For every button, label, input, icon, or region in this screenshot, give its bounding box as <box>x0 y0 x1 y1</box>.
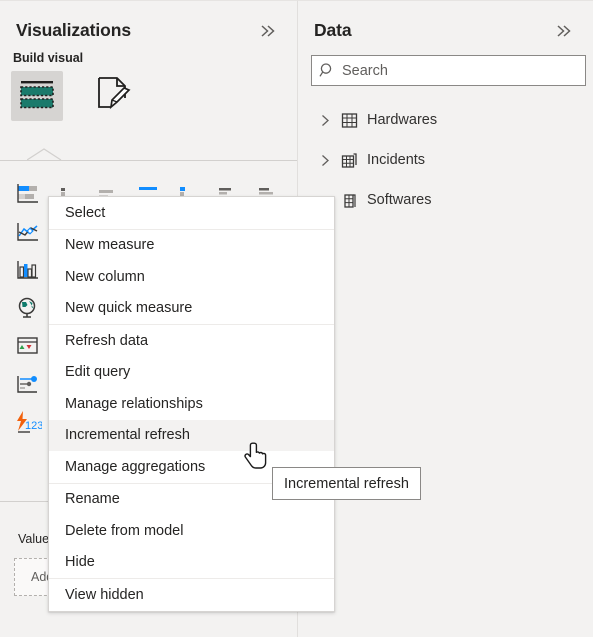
fields-table-icon <box>18 77 56 116</box>
menu-item-hide[interactable]: Hide <box>49 547 334 579</box>
format-tab[interactable] <box>89 71 141 121</box>
search-input[interactable]: Search <box>311 55 586 86</box>
stacked-bar-chart-icon[interactable] <box>8 175 48 213</box>
collapse-visualizations-icon[interactable] <box>255 22 281 40</box>
page-paintbrush-icon <box>95 76 135 117</box>
visualizations-divider <box>0 160 297 161</box>
collapse-data-icon[interactable] <box>551 22 577 40</box>
menu-item-delete-from-model[interactable]: Delete from model <box>49 515 334 547</box>
tree-item-label: Hardwares <box>367 112 438 128</box>
quick-measure-123-icon[interactable]: 123 <box>8 403 48 441</box>
tree-item-label: Softwares <box>367 192 432 208</box>
incremental-refresh-tooltip: Incremental refresh <box>272 467 421 500</box>
chevron-right-icon[interactable] <box>314 114 336 127</box>
menu-item-manage-relationships[interactable]: Manage relationships <box>49 388 334 420</box>
data-tree: Hardwares Incidents Softwares <box>298 100 593 220</box>
table-related-icon <box>336 152 362 169</box>
field-context-menu: Select New measure New column New quick … <box>48 196 335 612</box>
visualizations-header: Visualizations <box>0 1 297 41</box>
menu-item-new-quick-measure[interactable]: New quick measure <box>49 293 334 325</box>
table-grid-icon <box>336 112 362 129</box>
area-chart-icon[interactable] <box>8 213 48 251</box>
chevron-right-icon[interactable] <box>314 154 336 167</box>
menu-item-view-hidden[interactable]: View hidden <box>49 579 334 611</box>
paginated-report-icon[interactable] <box>8 365 48 403</box>
build-visual-tabs <box>0 65 297 121</box>
data-header: Data <box>298 1 593 41</box>
fields-tab[interactable] <box>11 71 63 121</box>
menu-item-incremental-refresh[interactable]: Incremental refresh <box>49 419 334 451</box>
data-title: Data <box>314 20 352 40</box>
tree-item-softwares[interactable]: Softwares <box>298 180 593 220</box>
menu-item-edit-query[interactable]: Edit query <box>49 357 334 389</box>
menu-item-new-column[interactable]: New column <box>49 261 334 293</box>
search-icon <box>312 62 342 79</box>
visualizations-title: Visualizations <box>16 20 131 40</box>
menu-item-refresh-data[interactable]: Refresh data <box>49 325 334 357</box>
azure-map-icon[interactable] <box>8 289 48 327</box>
scatter-chart-icon[interactable] <box>8 251 48 289</box>
data-pane: Data Search Hardwares Incidents Software… <box>298 0 593 637</box>
tree-item-incidents[interactable]: Incidents <box>298 140 593 180</box>
search-placeholder-text: Search <box>342 62 388 79</box>
matrix-icon[interactable] <box>8 327 48 365</box>
menu-item-select[interactable]: Select <box>49 197 334 229</box>
tree-item-label: Incidents <box>367 152 426 168</box>
tree-item-hardwares[interactable]: Hardwares <box>298 100 593 140</box>
build-visual-label: Build visual <box>13 51 84 65</box>
table-single-icon <box>336 192 362 209</box>
svg-text:123: 123 <box>25 420 42 432</box>
menu-item-new-measure[interactable]: New measure <box>49 230 334 262</box>
